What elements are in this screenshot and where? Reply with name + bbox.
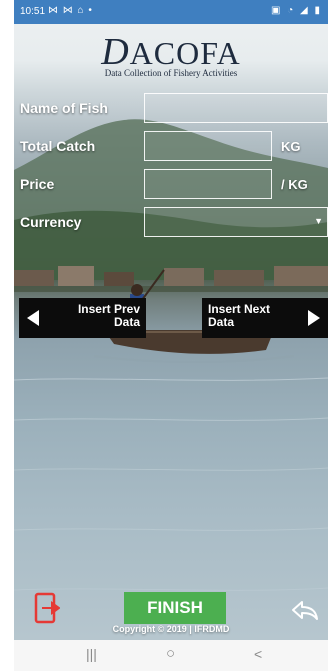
system-navigation-bar: ||| ○ < bbox=[14, 640, 328, 671]
finish-button[interactable]: FINISH bbox=[124, 592, 226, 624]
price-label: Price bbox=[20, 176, 55, 192]
currency-label: Currency bbox=[20, 214, 82, 230]
app-screen: 10:51 ⋈ ⋈ ⌂ • ▣ ◔ ◢ ▮ DACOFA Data Collec… bbox=[14, 0, 328, 671]
prev-button-label-line2: Data bbox=[113, 315, 140, 329]
recents-button[interactable]: ||| bbox=[86, 646, 97, 662]
status-bar: 10:51 ⋈ ⋈ ⌂ • ▣ ◔ ◢ ▮ bbox=[14, 0, 328, 24]
dropdown-caret-icon: ▼ bbox=[314, 216, 323, 226]
insert-next-data-button[interactable]: Insert Next Data bbox=[202, 298, 328, 338]
logo-initial: D bbox=[101, 31, 130, 73]
catch-unit-label: KG bbox=[281, 139, 301, 154]
fish-name-input[interactable] bbox=[144, 93, 328, 123]
system-status-icons: ▣ ◔ ◢ ▮ bbox=[270, 5, 322, 16]
arrow-left-icon bbox=[27, 310, 39, 326]
logo-tagline: Data Collection of Fishery Activities bbox=[104, 68, 238, 78]
next-button-label-line2: Data bbox=[208, 315, 235, 329]
fish-name-label: Name of Fish bbox=[20, 100, 108, 116]
reply-icon[interactable] bbox=[290, 598, 320, 622]
logo-brand-rest: ACOFA bbox=[129, 35, 241, 71]
exit-icon[interactable] bbox=[34, 592, 60, 624]
app-logo: DACOFA Data Collection of Fishery Activi… bbox=[14, 30, 328, 78]
insert-prev-data-button[interactable]: Insert Prev Data bbox=[19, 298, 146, 338]
status-time: 10:51 bbox=[20, 6, 46, 17]
total-catch-label: Total Catch bbox=[20, 138, 96, 154]
home-button[interactable]: ○ bbox=[166, 645, 175, 662]
notification-icons: ⋈ ⋈ ⌂ • bbox=[48, 5, 93, 16]
price-input[interactable] bbox=[144, 169, 272, 199]
total-catch-input[interactable] bbox=[144, 131, 272, 161]
arrow-right-icon bbox=[308, 310, 320, 326]
currency-select[interactable]: ▼ bbox=[144, 207, 328, 237]
system-back-button[interactable]: < bbox=[254, 646, 262, 662]
price-unit-label: / KG bbox=[281, 177, 308, 192]
copyright-text: Copyright © 2019 | IFRDMD bbox=[112, 624, 230, 634]
